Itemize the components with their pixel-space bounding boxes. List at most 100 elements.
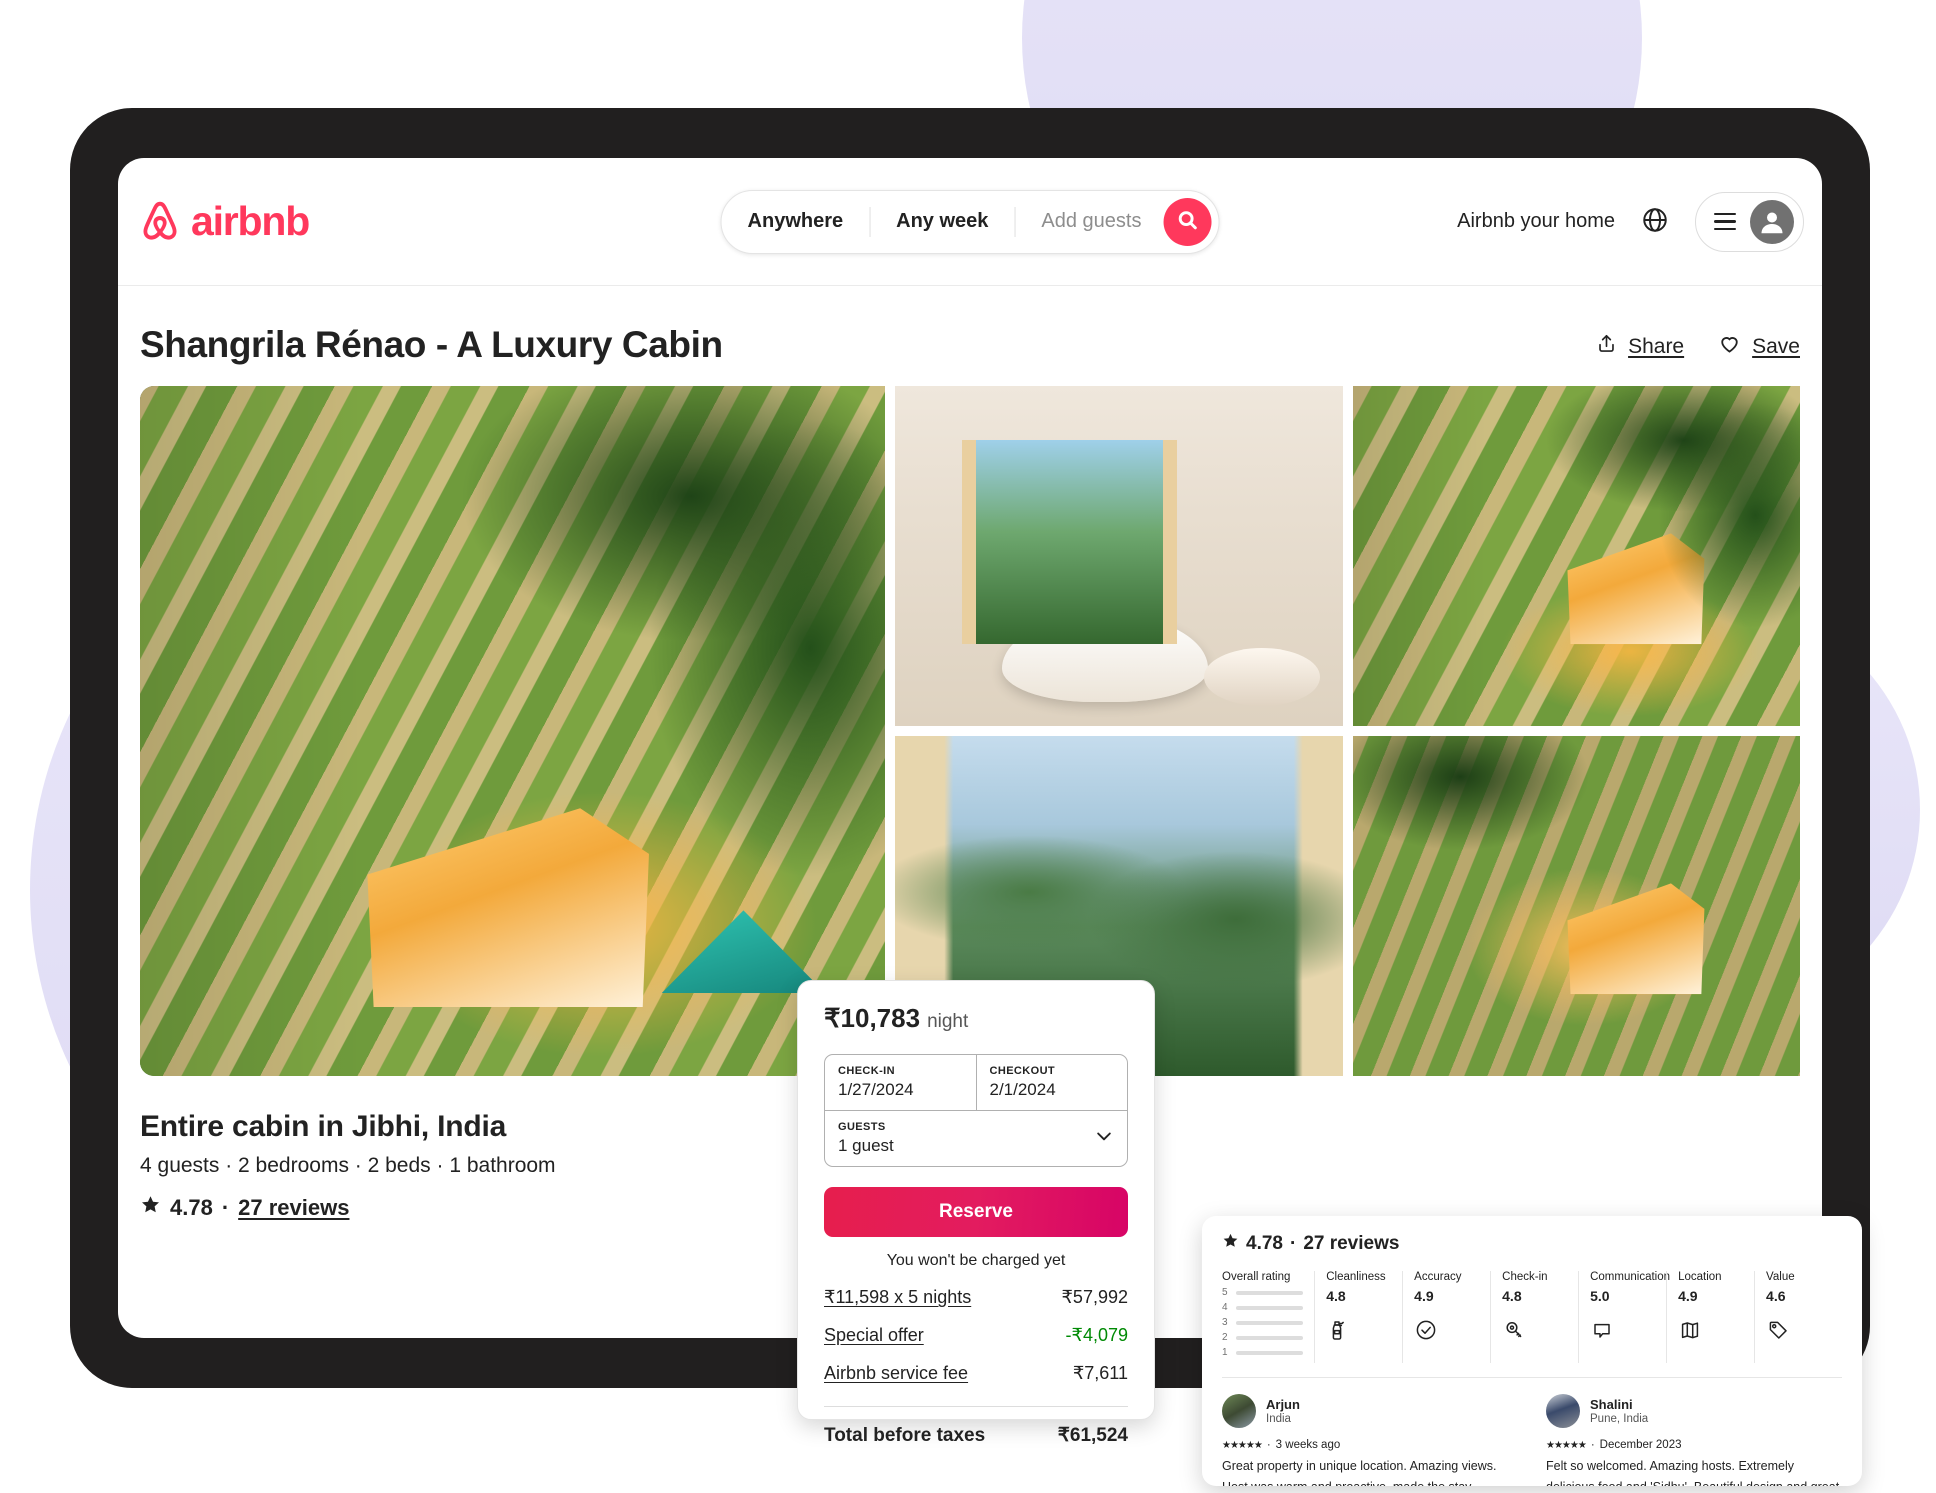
- review-text: Great property in unique location. Amazi…: [1222, 1459, 1497, 1486]
- search-bar[interactable]: Anywhere Any week Add guests: [720, 189, 1220, 254]
- guests-label: GUESTS: [838, 1121, 886, 1133]
- spray-bottle-icon: [1326, 1318, 1350, 1347]
- site-header: airbnb Anywhere Any week Add guests Airb…: [118, 158, 1822, 286]
- review-item: Shalini Pune, India ★★★★★ · December 202…: [1546, 1394, 1842, 1486]
- page-stage: airbnb Anywhere Any week Add guests Airb…: [0, 0, 1936, 1493]
- search-guests[interactable]: Add guests: [1015, 191, 1163, 253]
- hamburger-icon: [1714, 212, 1736, 231]
- user-menu-button[interactable]: [1695, 191, 1804, 252]
- reviews-panel-count: 27 reviews: [1303, 1232, 1400, 1254]
- price-line-label[interactable]: ₹11,598 x 5 nights: [824, 1287, 971, 1308]
- search-when[interactable]: Any week: [870, 191, 1014, 253]
- price-unit: night: [927, 1011, 969, 1032]
- cabin-shape: [367, 808, 649, 1007]
- reviews-divider: [1222, 1377, 1842, 1378]
- globe-icon: [1641, 206, 1669, 237]
- teal-roof-shape: [661, 910, 826, 994]
- gallery-photo-3[interactable]: [1352, 386, 1800, 726]
- charge-note: You won't be charged yet: [886, 1252, 1066, 1269]
- review-header: Shalini Pune, India: [1546, 1394, 1842, 1428]
- share-button[interactable]: Share: [1596, 333, 1684, 360]
- price-line-item: ₹11,598 x 5 nights ₹57,992: [824, 1287, 1128, 1308]
- checkout-value: 2/1/2024: [989, 1080, 1056, 1099]
- search-where[interactable]: Anywhere: [722, 191, 870, 253]
- photo-cabin-lit-at-dusk: [1352, 736, 1800, 1076]
- rating-bar-row: 4: [1222, 1302, 1304, 1313]
- chevron-down-icon: [1094, 1126, 1114, 1151]
- gallery-photo-2[interactable]: [895, 386, 1343, 726]
- guests-value: 1 guest: [838, 1136, 894, 1155]
- category-name: Location: [1678, 1271, 1722, 1283]
- rating-category-cleanliness: Cleanliness 4.8: [1314, 1271, 1402, 1363]
- language-globe-button[interactable]: [1641, 206, 1669, 237]
- price-amount: ₹10,783: [824, 1003, 921, 1033]
- price-line-label[interactable]: Special offer: [824, 1325, 924, 1346]
- guests-text-group: GUESTS 1 guest: [838, 1121, 894, 1156]
- rating-bar-row: 2: [1222, 1332, 1304, 1343]
- reviews-panel-rating: 4.78: [1246, 1232, 1283, 1254]
- search-button[interactable]: [1163, 197, 1212, 246]
- overall-rating-label: Overall rating: [1222, 1271, 1291, 1283]
- header-right-group: Airbnb your home: [1457, 191, 1804, 252]
- total-row: Total before taxes ₹61,524: [824, 1424, 1128, 1447]
- reviews-panel-separator: ·: [1289, 1232, 1297, 1254]
- airbnb-your-home-link[interactable]: Airbnb your home: [1457, 210, 1615, 233]
- category-score: 4.9: [1678, 1288, 1698, 1304]
- review-stars: ★★★★★: [1222, 1439, 1263, 1451]
- rating-bar-track: [1236, 1350, 1304, 1355]
- airbnb-logo[interactable]: airbnb: [138, 198, 310, 245]
- reserve-button[interactable]: Reserve: [824, 1187, 1128, 1237]
- search-icon: [1176, 209, 1198, 234]
- bathtub-shape: [1002, 613, 1209, 703]
- avatar: [1546, 1394, 1580, 1428]
- date-row: CHECK-IN 1/27/2024 CHECKOUT 2/1/2024: [825, 1055, 1127, 1110]
- review-item: Arjun India ★★★★★ · 3 weeks ago Great pr…: [1222, 1394, 1518, 1486]
- airbnb-wordmark: airbnb: [191, 198, 310, 244]
- page-title: Shangrila Rénao - A Luxury Cabin: [140, 324, 723, 365]
- rating-categories: Overall rating 5 4 3 2 1 Cleanliness 4.8…: [1222, 1271, 1842, 1363]
- save-button[interactable]: Save: [1718, 332, 1800, 361]
- rating-bar-label: 1: [1222, 1347, 1228, 1358]
- photo-cabin-on-green-terraces: [1352, 386, 1800, 726]
- overall-rating-chart: Overall rating 5 4 3 2 1: [1222, 1271, 1314, 1363]
- airbnb-belo-icon: [138, 199, 182, 245]
- rating-bar-row: 5: [1222, 1287, 1304, 1298]
- heart-icon: [1718, 332, 1741, 361]
- rating-bar-label: 2: [1222, 1332, 1228, 1343]
- checkout-field[interactable]: CHECKOUT 2/1/2024: [975, 1055, 1128, 1110]
- price-line-value: ₹7,611: [1072, 1363, 1128, 1383]
- rating-bar-label: 4: [1222, 1302, 1228, 1313]
- save-label: Save: [1752, 334, 1800, 358]
- guests-field[interactable]: GUESTS 1 guest: [825, 1110, 1127, 1166]
- review-meta: ★★★★★ · December 2023: [1546, 1439, 1842, 1451]
- rating-category-location: Location 4.9: [1666, 1271, 1754, 1363]
- review-meta-separator: ·: [1590, 1439, 1595, 1451]
- review-author-name: Arjun: [1266, 1397, 1300, 1412]
- listing-reviews-link[interactable]: 27 reviews: [238, 1195, 349, 1221]
- rating-bar-label: 3: [1222, 1317, 1228, 1328]
- rating-category-value: Value 4.6: [1754, 1271, 1842, 1363]
- rating-bar-track: [1236, 1320, 1304, 1325]
- total-value: ₹61,524: [1057, 1425, 1128, 1446]
- photo-bathroom-with-mountain-view: [895, 386, 1343, 726]
- category-name: Communication: [1590, 1271, 1671, 1283]
- category-name: Check-in: [1502, 1271, 1548, 1283]
- date-guest-picker: CHECK-IN 1/27/2024 CHECKOUT 2/1/2024 GUE…: [824, 1054, 1128, 1167]
- reviews-panel: 4.78 · 27 reviews Overall rating 5 4 3 2…: [1202, 1216, 1862, 1486]
- price-line-label[interactable]: Airbnb service fee: [824, 1363, 968, 1384]
- checkout-label: CHECKOUT: [989, 1065, 1056, 1077]
- basin-shape: [1203, 647, 1321, 706]
- gallery-photo-5[interactable]: [1352, 736, 1800, 1076]
- review-author-group: Shalini Pune, India: [1590, 1397, 1648, 1425]
- gallery-photo-main[interactable]: [140, 386, 885, 1076]
- check-circle-icon: [1414, 1318, 1438, 1347]
- reviews-panel-header: 4.78 · 27 reviews: [1222, 1232, 1842, 1255]
- checkin-field[interactable]: CHECK-IN 1/27/2024: [825, 1055, 976, 1110]
- review-meta-separator: ·: [1266, 1439, 1271, 1451]
- share-label: Share: [1628, 334, 1685, 358]
- rating-bar-row: 1: [1222, 1347, 1304, 1358]
- rating-bar-track: [1236, 1335, 1304, 1340]
- cabin-shape: [1567, 533, 1705, 645]
- price-line-value: ₹57,992: [1061, 1287, 1128, 1307]
- title-actions: Share Save: [1596, 332, 1800, 366]
